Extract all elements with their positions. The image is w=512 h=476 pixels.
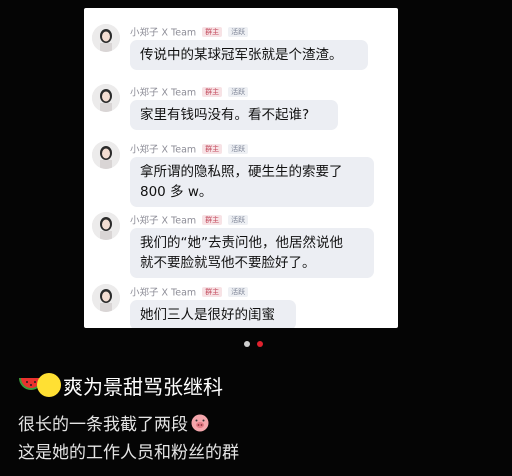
active-badge: 活跃	[228, 86, 249, 97]
message-text-line: 我们的“她”去责问他，他居然说他	[140, 235, 343, 251]
owner-badge: 群主	[202, 214, 223, 225]
sender-name: 小郑子 X Team	[130, 215, 197, 227]
message-text-line: 拿所谓的隐私照，硬生生的索要了	[140, 164, 343, 180]
active-badge: 活跃	[228, 214, 249, 225]
sender-name: 小郑子 X Team	[130, 87, 197, 99]
post-text-line: 很长的一条我截了两段	[18, 412, 210, 438]
pig-face-icon	[190, 413, 210, 433]
message-text: 她们三人是很好的闺蜜	[140, 307, 275, 323]
avatar	[92, 212, 120, 240]
carousel-dot-active[interactable]	[257, 341, 263, 347]
message-text-line: 就不要脸就骂他不要脸好了。	[140, 255, 316, 271]
avatar	[92, 284, 120, 312]
avatar	[92, 141, 120, 169]
message-bubble: 她们三人是很好的闺蜜	[130, 300, 296, 328]
active-badge: 活跃	[228, 26, 249, 37]
chat-message: 小郑子 X Team 群主 活跃 我们的“她”去责问他，他居然说他 就不要脸就骂他不…	[92, 206, 392, 278]
owner-badge: 群主	[202, 26, 223, 37]
post-text: 很长的一条我截了两段	[18, 415, 188, 435]
chat-message: 小郑子 X Team 群主 活跃 拿所谓的隐私照，硬生生的索要了 800 多 w。	[92, 135, 392, 207]
post-text: 这是她的工作人员和粉丝的群	[18, 443, 239, 463]
message-bubble: 传说中的某球冠军张就是个渣渣。	[130, 40, 368, 70]
message-bubble: 拿所谓的隐私照，硬生生的索要了 800 多 w。	[130, 157, 374, 207]
avatar	[92, 24, 120, 52]
post-title-text: 爽为景甜骂张继科	[63, 374, 223, 399]
sender-name: 小郑子 X Team	[130, 144, 197, 156]
post-title: 爽为景甜骂张继科	[18, 370, 223, 400]
sender-name: 小郑子 X Team	[130, 27, 197, 39]
smiley-face-icon	[37, 372, 61, 397]
owner-badge: 群主	[202, 286, 223, 297]
message-text: 家里有钱吗没有。看不起谁?	[140, 107, 310, 123]
post-text-line: 这是她的工作人员和粉丝的群	[18, 440, 239, 466]
message-text-line: 800 多 w。	[140, 184, 213, 200]
carousel-dot[interactable]	[244, 341, 250, 347]
owner-badge: 群主	[202, 86, 223, 97]
message-bubble: 我们的“她”去责问他，他居然说他 就不要脸就骂他不要脸好了。	[130, 228, 374, 278]
avatar	[92, 84, 120, 112]
owner-badge: 群主	[202, 143, 223, 154]
active-badge: 活跃	[228, 143, 249, 154]
active-badge: 活跃	[228, 286, 249, 297]
chat-screenshot-image[interactable]: 小郑子 X Team 群主 活跃 传说中的某球冠军张就是个渣渣。 小郑子 X Tea…	[84, 8, 398, 328]
message-bubble: 家里有钱吗没有。看不起谁?	[130, 100, 338, 130]
message-text: 传说中的某球冠军张就是个渣渣。	[140, 47, 343, 63]
sender-name: 小郑子 X Team	[130, 287, 197, 299]
chat-message: 小郑子 X Team 群主 活跃 她们三人是很好的闺蜜	[92, 278, 392, 328]
